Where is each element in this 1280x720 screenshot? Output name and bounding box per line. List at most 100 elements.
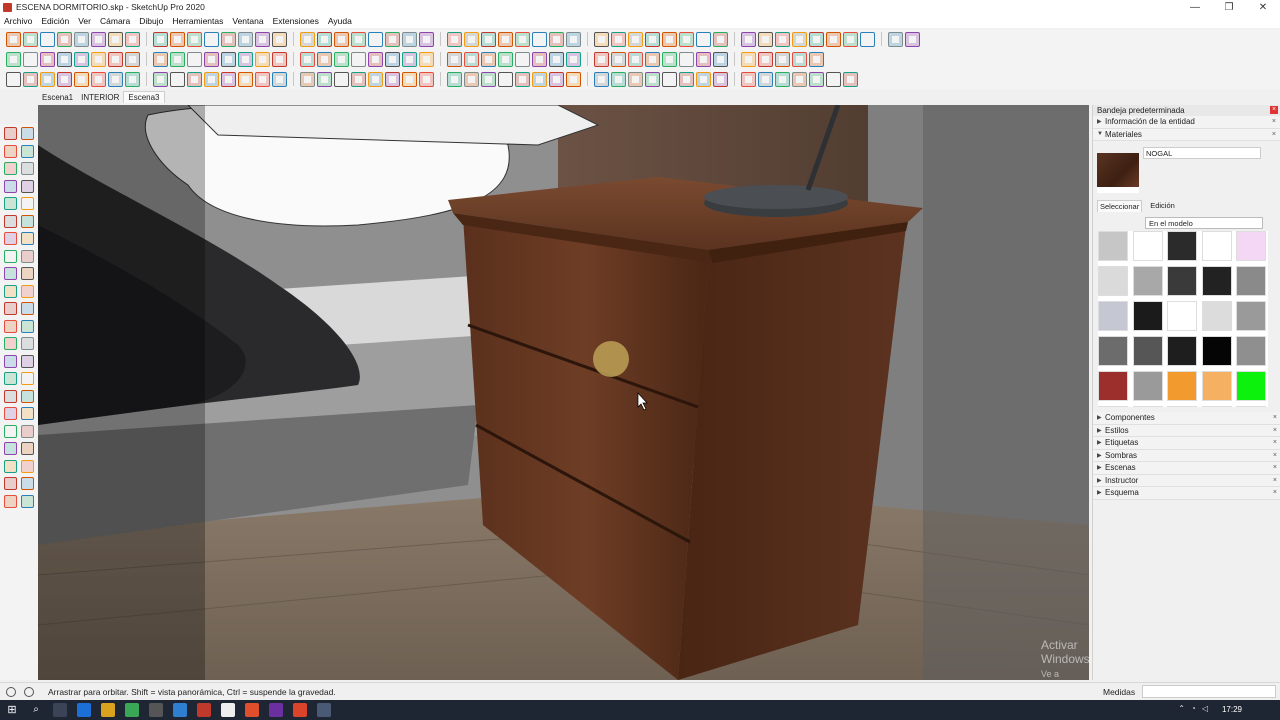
volume-icon[interactable]: ◁ bbox=[1202, 704, 1208, 713]
toolbar-tool-icon[interactable] bbox=[645, 51, 660, 67]
left-tool-icon[interactable] bbox=[4, 477, 17, 490]
toolbar-tool-icon[interactable] bbox=[153, 71, 168, 87]
left-tool-icon[interactable] bbox=[21, 302, 34, 315]
toolbar-tool-icon[interactable] bbox=[204, 51, 219, 67]
toolbar-tool-icon[interactable] bbox=[204, 31, 219, 47]
toolbar-tool-icon[interactable] bbox=[6, 31, 21, 47]
toolbar-tool-icon[interactable] bbox=[905, 31, 920, 47]
panel-close-icon[interactable]: × bbox=[1272, 131, 1276, 138]
toolbar-tool-icon[interactable] bbox=[300, 71, 315, 87]
toolbar-tool-icon[interactable] bbox=[843, 31, 858, 47]
toolbar-tool-icon[interactable] bbox=[125, 71, 140, 87]
toolbar-tool-icon[interactable] bbox=[108, 71, 123, 87]
left-tool-icon[interactable] bbox=[21, 319, 34, 333]
toolbar-tool-icon[interactable] bbox=[447, 71, 462, 87]
left-tool-icon[interactable] bbox=[4, 267, 17, 280]
toolbar-tool-icon[interactable] bbox=[464, 71, 479, 87]
toolbar-tool-icon[interactable] bbox=[775, 71, 790, 87]
toolbar-tool-icon[interactable] bbox=[419, 31, 434, 47]
toolbar-tool-icon[interactable] bbox=[447, 51, 462, 67]
left-tool-icon[interactable] bbox=[21, 144, 34, 158]
toolbar-tool-icon[interactable] bbox=[758, 31, 773, 47]
toolbar-tool-icon[interactable] bbox=[170, 71, 185, 87]
panel-materials[interactable]: ▼ Materiales × bbox=[1093, 128, 1280, 141]
material-swatch[interactable] bbox=[1098, 231, 1128, 261]
toolbar-tool-icon[interactable] bbox=[368, 51, 383, 67]
left-tool-icon[interactable] bbox=[21, 249, 34, 263]
panel-estilos[interactable]: ▶ Estilos × bbox=[1093, 424, 1280, 437]
toolbar-tool-icon[interactable] bbox=[498, 71, 513, 87]
material-name-field[interactable]: NOGAL bbox=[1143, 147, 1261, 159]
toolbar-tool-icon[interactable] bbox=[334, 51, 349, 67]
toolbar-tool-icon[interactable] bbox=[351, 31, 366, 47]
toolbar-tool-icon[interactable] bbox=[91, 31, 106, 47]
toolbar-tool-icon[interactable] bbox=[153, 31, 168, 47]
left-tool-icon[interactable] bbox=[21, 407, 34, 420]
toolbar-tool-icon[interactable] bbox=[317, 31, 332, 47]
panel-instructor[interactable]: ▶ Instructor × bbox=[1093, 474, 1280, 487]
toolbar-tool-icon[interactable] bbox=[628, 31, 643, 47]
toolbar-tool-icon[interactable] bbox=[775, 31, 790, 47]
scene-tab-escena3[interactable]: Escena3 bbox=[123, 91, 165, 103]
left-tool-icon[interactable] bbox=[21, 372, 34, 385]
left-tool-icon[interactable] bbox=[21, 424, 34, 438]
material-swatch[interactable] bbox=[1167, 406, 1197, 407]
toolbar-tool-icon[interactable] bbox=[809, 51, 824, 67]
toolbar-tool-icon[interactable] bbox=[402, 31, 417, 47]
left-tool-icon[interactable] bbox=[4, 162, 17, 175]
toolbar-tool-icon[interactable] bbox=[40, 71, 55, 87]
toolbar-tool-icon[interactable] bbox=[74, 51, 89, 67]
toolbar-tool-icon[interactable] bbox=[515, 31, 530, 47]
toolbar-tool-icon[interactable] bbox=[317, 71, 332, 87]
panel-close-icon[interactable]: × bbox=[1273, 464, 1277, 471]
panel-close-icon[interactable]: × bbox=[1273, 489, 1277, 496]
toolbar-tool-icon[interactable] bbox=[351, 71, 366, 87]
toolbar-tool-icon[interactable] bbox=[758, 51, 773, 67]
toolbar-tool-icon[interactable] bbox=[792, 71, 807, 87]
toolbar-tool-icon[interactable] bbox=[57, 71, 72, 87]
left-tool-icon[interactable] bbox=[4, 144, 17, 158]
toolbar-tool-icon[interactable] bbox=[6, 71, 21, 87]
geolocation-icon[interactable] bbox=[6, 687, 16, 697]
toolbar-tool-icon[interactable] bbox=[221, 71, 236, 87]
toolbar-tool-icon[interactable] bbox=[628, 51, 643, 67]
model-viewport[interactable]: Activar Windows Ve a Configuración para … bbox=[38, 105, 1089, 680]
material-swatch[interactable] bbox=[1098, 266, 1128, 296]
menu-edicion[interactable]: Edición bbox=[41, 16, 69, 26]
toolbar-tool-icon[interactable] bbox=[23, 71, 38, 87]
toolbar-tool-icon[interactable] bbox=[645, 71, 660, 87]
toolbar-tool-icon[interactable] bbox=[713, 71, 728, 87]
toolbar-tool-icon[interactable] bbox=[515, 71, 530, 87]
toolbar-tool-icon[interactable] bbox=[792, 31, 807, 47]
toolbar-tool-icon[interactable] bbox=[843, 71, 858, 87]
material-swatch[interactable] bbox=[1098, 336, 1128, 366]
left-tool-icon[interactable] bbox=[4, 494, 17, 508]
tray-close-icon[interactable]: × bbox=[1270, 106, 1278, 114]
network-icon[interactable]: ◔ bbox=[1191, 704, 1196, 713]
menu-camara[interactable]: Cámara bbox=[100, 16, 130, 26]
material-swatch[interactable] bbox=[1201, 301, 1232, 331]
toolbar-tool-icon[interactable] bbox=[385, 51, 400, 67]
toolbar-tool-icon[interactable] bbox=[532, 31, 547, 47]
toolbar-tool-icon[interactable] bbox=[272, 51, 287, 67]
left-tool-icon[interactable] bbox=[4, 302, 17, 315]
app-icon[interactable] bbox=[317, 703, 331, 717]
panel-close-icon[interactable]: × bbox=[1273, 477, 1277, 484]
left-tool-icon[interactable] bbox=[4, 354, 17, 368]
toolbar-tool-icon[interactable] bbox=[775, 51, 790, 67]
toolbar-tool-icon[interactable] bbox=[6, 51, 21, 67]
toolbar-tool-icon[interactable] bbox=[74, 31, 89, 47]
app-icon[interactable] bbox=[221, 703, 235, 717]
tab-seleccionar[interactable]: Seleccionar bbox=[1097, 200, 1143, 212]
toolbar-tool-icon[interactable] bbox=[464, 31, 479, 47]
left-tool-icon[interactable] bbox=[21, 284, 34, 298]
material-swatch[interactable] bbox=[1201, 231, 1232, 261]
task-view-icon[interactable] bbox=[53, 703, 67, 717]
toolbar-tool-icon[interactable] bbox=[402, 71, 417, 87]
toolbar-tool-icon[interactable] bbox=[402, 51, 417, 67]
material-swatch[interactable] bbox=[1201, 406, 1232, 407]
toolbar-tool-icon[interactable] bbox=[187, 31, 202, 47]
toolbar-tool-icon[interactable] bbox=[741, 51, 756, 67]
material-swatch[interactable] bbox=[1201, 336, 1232, 366]
material-swatch[interactable] bbox=[1236, 266, 1266, 296]
